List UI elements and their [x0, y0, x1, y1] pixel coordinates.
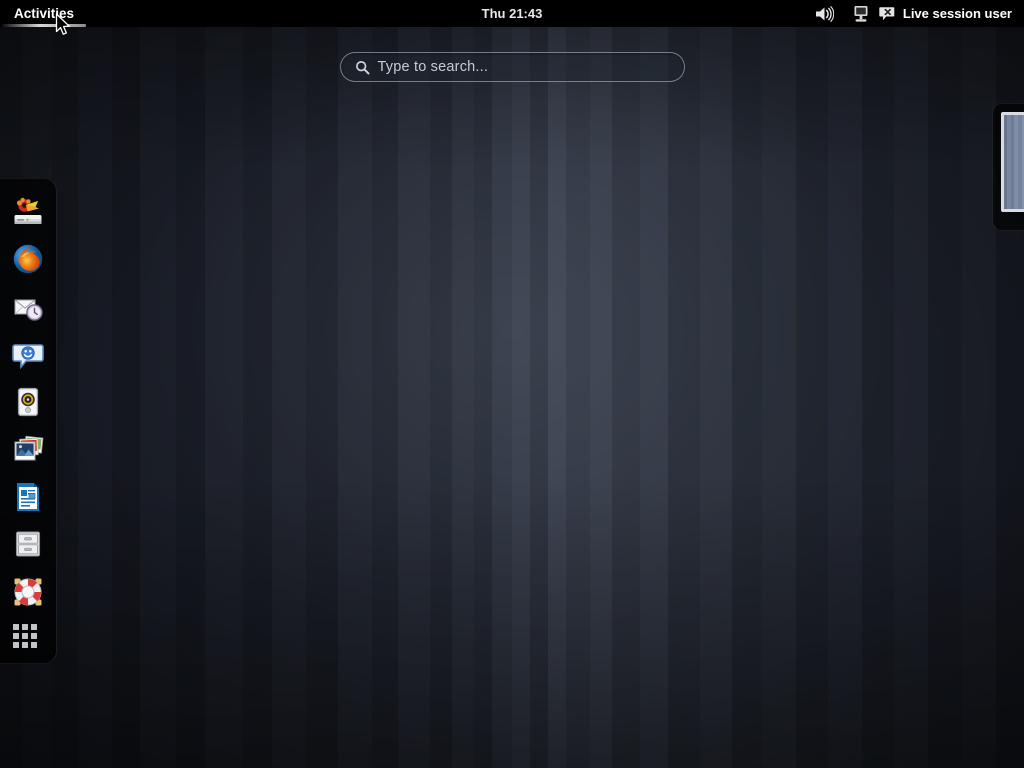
empathy-chat-icon: [12, 338, 44, 370]
lifebuoy-help-icon: [12, 576, 44, 608]
rhythmbox-speaker-icon: [12, 386, 44, 418]
dash-item-libreoffice-writer[interactable]: [4, 473, 52, 521]
dash-item-files[interactable]: [4, 521, 52, 569]
status-tray: Live session user: [805, 0, 1024, 27]
volume-menu-button[interactable]: [805, 0, 843, 27]
shotwell-photos-icon: [12, 433, 44, 465]
search-placeholder-text: Type to search...: [378, 59, 489, 75]
workspace-switcher: [992, 103, 1024, 231]
workspace-thumbnail[interactable]: [1001, 112, 1024, 212]
volume-speaker-icon: [814, 5, 834, 23]
top-bar: Activities Thu 21:43: [0, 0, 1024, 27]
dash-item-firefox[interactable]: [4, 236, 52, 284]
dash-item-shotwell[interactable]: [4, 426, 52, 474]
libreoffice-writer-icon: [12, 481, 44, 513]
workspace-thumbnail-preview: [1004, 115, 1024, 209]
overview-dim-overlay: [0, 0, 1024, 768]
ubuntu-installer-icon: [12, 196, 44, 228]
dash-item-evolution[interactable]: [4, 283, 52, 331]
dash-item-rhythmbox[interactable]: [4, 378, 52, 426]
user-menu-button[interactable]: Live session user: [879, 0, 1024, 27]
dash-item-empathy[interactable]: [4, 331, 52, 379]
search-icon: [355, 60, 370, 75]
user-menu-label: Live session user: [903, 6, 1012, 21]
chat-offline-icon: [879, 6, 896, 22]
firefox-icon: [12, 243, 44, 275]
clock-label[interactable]: Thu 21:43: [482, 6, 543, 21]
dash-item-show-applications[interactable]: [4, 616, 52, 664]
app-grid-icon: [12, 623, 44, 655]
file-cabinet-icon: [12, 528, 44, 560]
network-menu-button[interactable]: [843, 0, 879, 27]
search-input[interactable]: Type to search...: [340, 52, 685, 82]
activities-label: Activities: [14, 6, 74, 21]
evolution-mail-icon: [12, 291, 44, 323]
dash-item-install[interactable]: [4, 188, 52, 236]
search-area: Type to search...: [0, 52, 1024, 82]
wired-network-icon: [852, 4, 870, 24]
desktop-screen: Activities Thu 21:43: [0, 0, 1024, 768]
dash: [0, 178, 57, 664]
activities-button[interactable]: Activities: [0, 0, 88, 27]
dash-item-help[interactable]: [4, 568, 52, 616]
activities-active-indicator: [2, 24, 86, 27]
